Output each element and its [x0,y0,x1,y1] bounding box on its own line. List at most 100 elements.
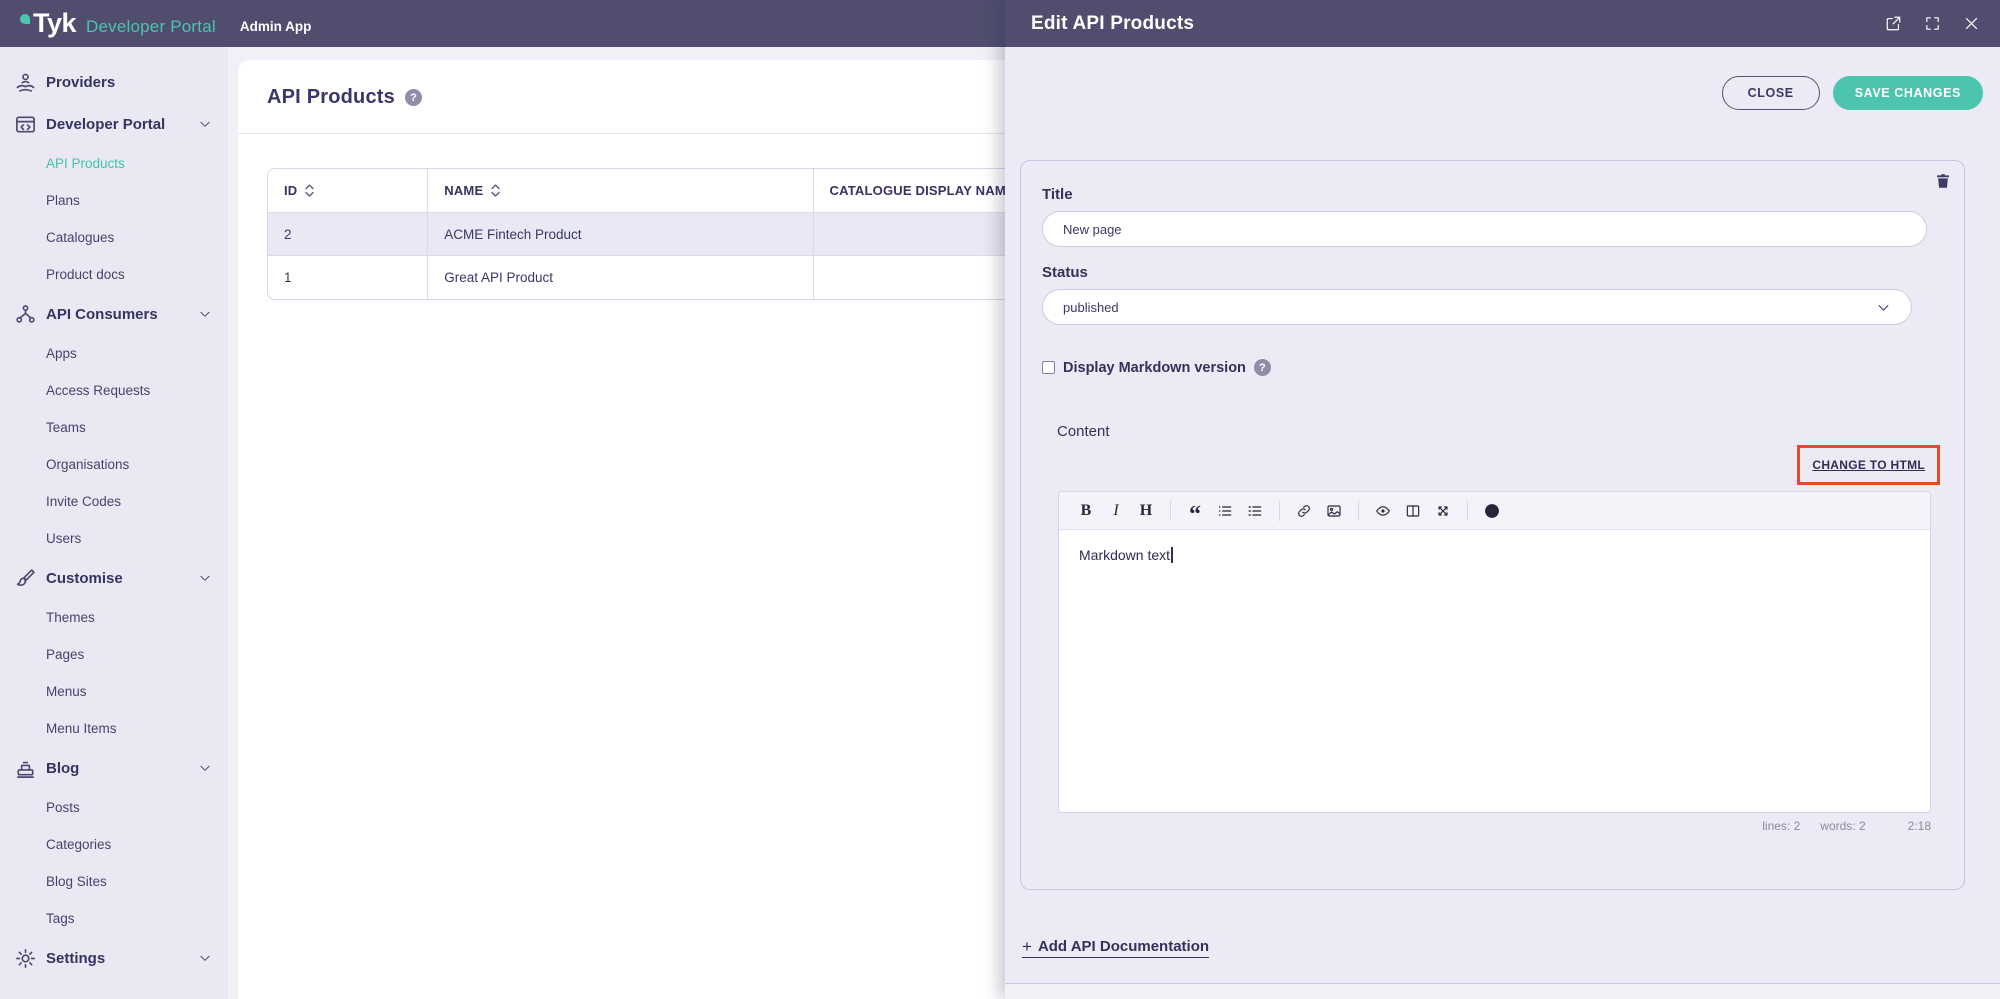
sidebar-item-providers[interactable]: Providers [0,61,228,103]
title-label: Title [1042,186,1073,203]
link-icon[interactable] [1291,498,1317,524]
fullscreen-icon[interactable] [1924,15,1941,32]
sidebar-item-posts[interactable]: Posts [0,789,228,826]
page-form-card: Title Status published Display Markdown … [1020,160,1965,890]
editor-toolbar: B I H “? [1059,492,1930,530]
svg-text:?: ? [1489,505,1494,515]
editor-textarea[interactable]: Markdown text [1059,530,1930,812]
toolbar-separator [1279,500,1280,521]
quote-icon[interactable]: “ [1182,498,1208,526]
sidebar-item-pages[interactable]: Pages [0,636,228,673]
ordered-list-icon[interactable] [1242,498,1268,524]
sidebar-group-label: Settings [46,949,106,967]
sidebar-item-product-docs[interactable]: Product docs [0,256,228,293]
close-icon[interactable] [1963,15,1980,32]
sidebar-group-label: Developer Portal [46,115,166,133]
drawer-footer [1005,983,2000,999]
drawer-actions: CLOSE SAVE CHANGES [1005,47,2000,110]
column-label: ID [284,183,298,198]
column-header-name[interactable]: NAME [427,169,814,213]
markdown-editor: B I H “? Markdown text [1058,491,1931,813]
settings-icon [14,947,37,970]
toolbar-separator [1467,500,1468,521]
save-changes-button[interactable]: SAVE CHANGES [1832,76,1983,110]
edit-api-products-drawer: Edit API Products CLOSE SAVE CHANGES Tit… [1005,0,2000,999]
sidebar-item-customise[interactable]: Customise [0,557,228,599]
preview-icon[interactable] [1370,498,1396,524]
fullscreen-arrows-icon[interactable] [1430,498,1456,524]
status-selected-value: published [1063,299,1119,315]
help-icon[interactable]: ? [404,89,422,106]
sidebar-item-catalogues[interactable]: Catalogues [0,219,228,256]
status-select[interactable]: published [1042,289,1912,325]
plus-icon: + [1022,937,1032,956]
sort-icon[interactable] [304,183,315,198]
sidebar-item-menu-items[interactable]: Menu Items [0,710,228,747]
column-header-id[interactable]: ID [268,169,429,213]
sidebar-group-label: Blog [46,759,80,777]
brand-text: Tyk [33,8,77,38]
editor-text: Markdown text [1079,547,1171,563]
editor-statusbar: lines: 2 words: 2 2:18 [1058,819,1931,833]
unordered-list-icon[interactable] [1212,498,1238,524]
cursor-position: 2:18 [1907,819,1931,833]
sidebar-item-access-requests[interactable]: Access Requests [0,372,228,409]
sidebar-item-api-products[interactable]: API Products [0,145,228,182]
sidebar-item-blog[interactable]: Blog [0,747,228,789]
table-cell: ACME Fintech Product [427,212,814,256]
table-cell: 2 [268,212,429,256]
open-in-new-icon[interactable] [1885,15,1902,32]
change-to-html-button[interactable]: CHANGE TO HTML [1812,458,1925,472]
italic-icon[interactable]: I [1103,498,1129,524]
add-api-documentation-label: Add API Documentation [1037,938,1210,955]
side-by-side-icon[interactable] [1400,498,1426,524]
sidebar-group-label: API Consumers [46,305,158,323]
image-icon[interactable] [1321,498,1347,524]
help-icon[interactable]: ? [1253,359,1271,376]
sidebar-item-users[interactable]: Users [0,520,228,557]
guide-icon[interactable]: ? [1479,498,1505,524]
toolbar-separator [1358,500,1359,521]
tyk-leaf-icon [20,14,30,24]
sidebar-item-invite-codes[interactable]: Invite Codes [0,483,228,520]
sidebar-item-categories[interactable]: Categories [0,826,228,863]
chevron-down-icon [198,761,212,775]
api-consumers-icon [14,303,37,326]
close-button[interactable]: CLOSE [1721,76,1820,110]
title-input[interactable] [1042,211,1927,247]
customise-icon [14,567,37,590]
toolbar-separator [1170,500,1171,521]
sidebar-item-plans[interactable]: Plans [0,182,228,219]
chevron-down-icon [198,571,212,585]
drawer-title: Edit API Products [1031,12,1195,34]
sidebar-item-menus[interactable]: Menus [0,673,228,710]
providers-icon [14,71,37,94]
sidebar-item-themes[interactable]: Themes [0,599,228,636]
sidebar-item-tags[interactable]: Tags [0,900,228,937]
tyk-logo[interactable]: Tyk Developer Portal [20,10,216,37]
table-cell: 1 [268,255,429,299]
window-controls [1863,15,1980,32]
add-api-documentation-link[interactable]: + Add API Documentation [1022,937,1210,958]
sidebar-item-api-consumers[interactable]: API Consumers [0,293,228,335]
product-name: Developer Portal [86,17,216,36]
sidebar-item-blog-sites[interactable]: Blog Sites [0,863,228,900]
sidebar-item-settings[interactable]: Settings [0,937,228,979]
drawer-header: Edit API Products [1005,0,2000,47]
column-label: NAME [444,183,484,198]
sort-icon[interactable] [490,183,501,198]
sidebar-item-apps[interactable]: Apps [0,335,228,372]
annotation-highlight-box: CHANGE TO HTML [1797,445,1940,485]
sidebar-item-organisations[interactable]: Organisations [0,446,228,483]
chevron-down-icon [198,951,212,965]
developer-portal-icon [14,113,37,136]
sidebar-group-label: Customise [46,569,123,587]
bold-icon[interactable]: B [1073,498,1099,524]
display-markdown-checkbox[interactable] [1042,361,1055,374]
trash-icon[interactable] [1934,171,1952,191]
table-cell: Great API Product [427,255,814,299]
heading-icon[interactable]: H [1133,498,1159,524]
sidebar-item-developer-portal[interactable]: Developer Portal [0,103,228,145]
sidebar-item-teams[interactable]: Teams [0,409,228,446]
chevron-down-icon [1876,300,1891,315]
